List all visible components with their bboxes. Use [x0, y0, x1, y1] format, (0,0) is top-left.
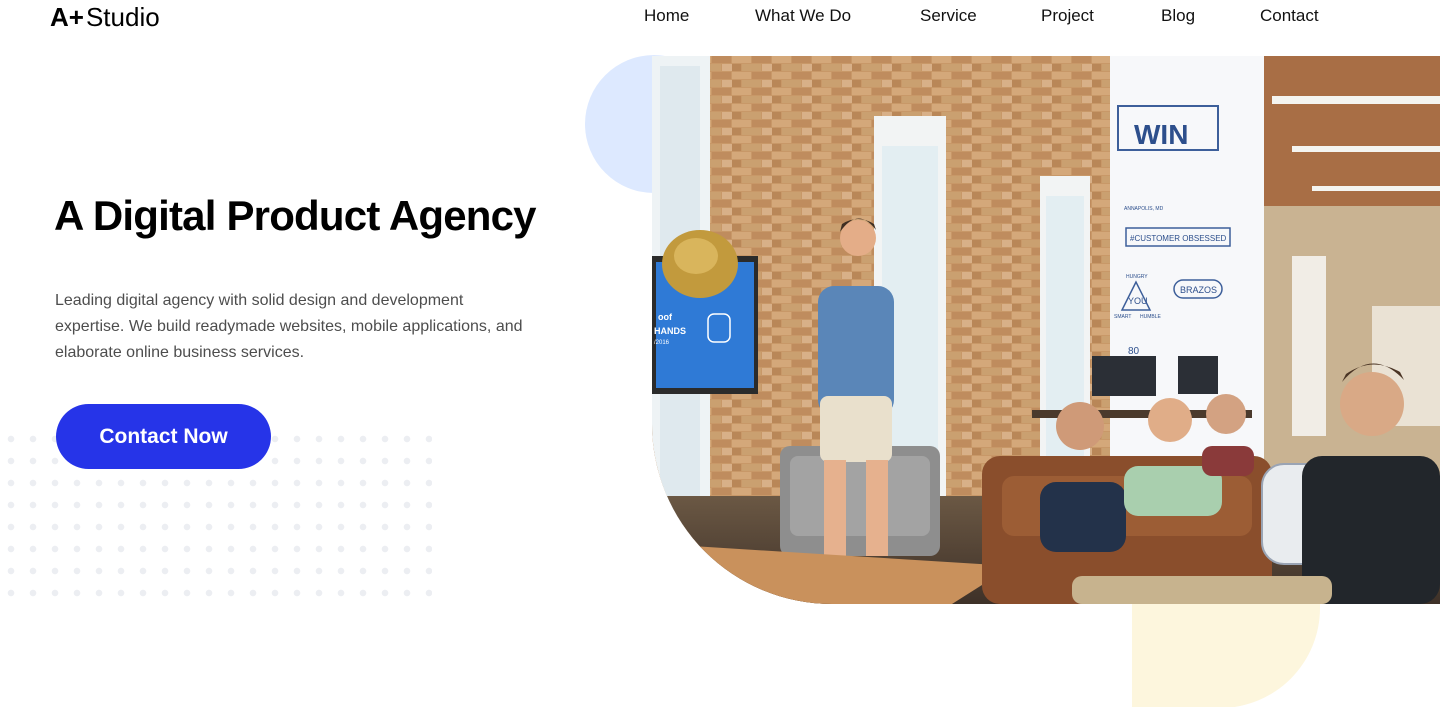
tv-screen-text-2: HANDS [654, 326, 686, 336]
mural-humble-text: HUMBLE [1140, 314, 1162, 320]
nav-link-project[interactable]: Project [1041, 6, 1094, 26]
brand-name: Studio [85, 2, 160, 32]
hero-office-photo: WIN #CUSTOMER OBSESSED ANNAPOLIS, MD HUN… [652, 56, 1440, 604]
mural-annapolis-text: ANNAPOLIS, MD [1124, 206, 1164, 212]
nav-link-service[interactable]: Service [920, 6, 977, 26]
mural-obsessed-text: #CUSTOMER OBSESSED [1130, 234, 1227, 243]
mural-win-text: WIN [1134, 119, 1188, 150]
contact-now-button[interactable]: Contact Now [56, 404, 271, 469]
mural-smart-text: SMART [1114, 314, 1131, 320]
mural-hungry-text: HUNGRY [1126, 274, 1148, 280]
nav-link-what-we-do[interactable]: What We Do [755, 6, 851, 26]
nav-link-blog[interactable]: Blog [1161, 6, 1195, 26]
hero-title: A Digital Product Agency [54, 192, 537, 239]
tv-screen-text-1: oof [658, 312, 673, 322]
mural-number-text: 80 [1128, 346, 1140, 357]
nav-link-contact[interactable]: Contact [1260, 6, 1319, 26]
brand-logo[interactable]: A+Studio [50, 2, 160, 32]
brand-mark: A+ [50, 2, 84, 32]
hero-description: Leading digital agency with solid design… [55, 292, 523, 361]
mural-you-text: YOU [1128, 296, 1148, 306]
nav-link-home[interactable]: Home [644, 6, 689, 26]
mural-brazos-text: BRAZOS [1180, 285, 1217, 295]
tv-screen-text-3: /2016 [654, 340, 670, 346]
